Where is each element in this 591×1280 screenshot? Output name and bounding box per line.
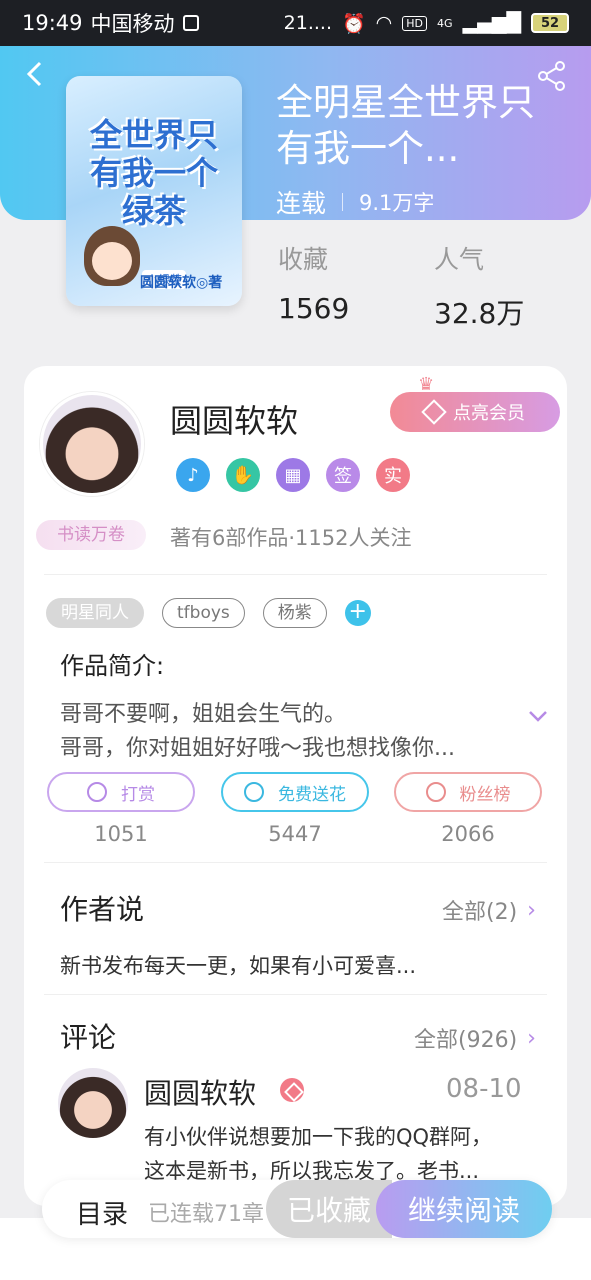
fans-count: 2066: [441, 822, 495, 846]
flower-label: 免费送花: [278, 784, 346, 805]
chevron-right-icon: ›: [527, 897, 536, 923]
intro-line: 哥哥，你对姐姐好好哦～我也想找像你...: [60, 736, 455, 761]
chevron-left-icon: [26, 61, 42, 87]
verified-medal[interactable]: 实: [376, 458, 410, 492]
flower-count: 5447: [268, 822, 322, 846]
calendar-medal-icon[interactable]: ▦: [276, 458, 310, 492]
divider: [44, 994, 547, 995]
divider: [44, 862, 547, 863]
user-heart-icon: [425, 782, 446, 802]
comment-text[interactable]: 有小伙伴说想要加一下我的QQ群阿， 这本是新书，所以我忘发了。老书...: [144, 1120, 514, 1188]
send-flower-button[interactable]: 免费送花: [221, 772, 369, 812]
author-title-badge: 书读万卷: [36, 520, 146, 550]
book-cover[interactable]: 小绿茶 全世界只有我一个绿茶 圆圆软软◎著: [66, 76, 242, 306]
diamond-icon: [421, 399, 447, 425]
vip-button-label: 点亮会员: [453, 403, 525, 424]
activate-vip-button[interactable]: 点亮会员: [390, 392, 560, 432]
chevron-right-icon: ›: [527, 1025, 536, 1051]
divider: [44, 574, 547, 575]
stat-value: 32.8万: [434, 297, 525, 330]
author-name[interactable]: 圆圆软软: [170, 396, 298, 442]
signed-medal[interactable]: 签: [326, 458, 360, 492]
favorited-button[interactable]: 已收藏: [266, 1180, 392, 1238]
network-type: 4G: [437, 16, 453, 30]
chevron-down-icon[interactable]: [528, 706, 548, 726]
comments-more[interactable]: 全部(926) ›: [414, 1022, 536, 1054]
status-bar: 19:49 中国移动 21.... ⏰ ◠ HD 4G ▂▄▆█ 52: [0, 0, 591, 46]
reward-count: 1051: [94, 822, 148, 846]
fans-rank-button[interactable]: 粉丝榜: [394, 772, 542, 812]
tag-list: 明星同人 tfboys 杨紫 +: [46, 598, 371, 628]
author-says-title: 作者说: [60, 893, 145, 926]
continue-reading-button[interactable]: 继续阅读: [376, 1180, 552, 1238]
hd-badge: HD: [402, 15, 428, 31]
status-carrier: 中国移动: [90, 12, 175, 36]
author-avatar[interactable]: [40, 392, 144, 496]
cover-title-art: 全世界只有我一个绿茶: [89, 116, 218, 230]
author-works-info: 著有6部作品·1152人关注: [170, 526, 412, 550]
tag-item[interactable]: tfboys: [162, 598, 245, 628]
book-meta: 连载 9.1万字: [276, 184, 434, 220]
status-time: 19:49: [22, 11, 83, 35]
tag-item[interactable]: 杨紫: [262, 598, 327, 628]
add-tag-button[interactable]: +: [344, 600, 371, 626]
back-button[interactable]: [24, 60, 44, 91]
author-says-more[interactable]: 全部(2) ›: [442, 894, 536, 926]
cover-author-art: 圆圆软软◎著: [140, 275, 223, 291]
comments-title: 评论: [60, 1021, 117, 1054]
commenter-name[interactable]: 圆圆软软: [144, 1072, 256, 1112]
stat-label: 人气: [434, 245, 485, 274]
author-medals: ♪ ✋ ▦ 签 实: [176, 458, 410, 492]
stat-value: 1569: [278, 292, 350, 325]
toc-chapter-count: 已连载71章: [148, 1202, 264, 1227]
author-says-text[interactable]: 新书发布每天一更，如果有小可爱喜...: [60, 950, 416, 980]
stat-favorites: 收藏 1569: [278, 240, 349, 325]
status-data-rate: 21....: [283, 12, 332, 34]
intro-label: 作品简介:: [60, 652, 165, 680]
sim-icon: [182, 15, 199, 31]
intro-line: 哥哥不要啊，姐姐会生气的。: [60, 702, 347, 727]
battery-icon: 52: [531, 13, 569, 33]
cover-character-face: [92, 242, 132, 280]
toc-button[interactable]: 目录: [76, 1194, 128, 1231]
alarm-icon: ⏰: [342, 12, 366, 35]
handshake-medal-icon[interactable]: ✋: [226, 458, 260, 492]
comment-date: 08-10: [446, 1074, 522, 1104]
tag-item[interactable]: 明星同人: [46, 598, 144, 628]
fans-label: 粉丝榜: [459, 784, 511, 805]
reward-button[interactable]: 打赏: [47, 772, 195, 812]
intro-text[interactable]: 哥哥不要啊，姐姐会生气的。 哥哥，你对姐姐好好哦～我也想找像你...: [60, 698, 510, 766]
meta-separator: [342, 193, 344, 211]
reward-label: 打赏: [121, 784, 155, 805]
comment-line: 有小伙伴说想要加一下我的QQ群阿，: [144, 1125, 493, 1149]
author-says-more-label: 全部(2): [442, 900, 518, 925]
book-status: 连载: [276, 189, 327, 218]
vip-diamond-icon: [280, 1078, 304, 1102]
stat-popularity: 人气 32.8万: [434, 240, 524, 332]
signal-icon: ▂▄▆█: [462, 12, 521, 34]
book-title: 全明星全世界只有我一个...: [276, 81, 535, 170]
book-words: 9.1万字: [359, 191, 435, 215]
stat-label: 收藏: [278, 245, 329, 274]
yen-icon: [87, 782, 107, 802]
wifi-icon: ◠: [375, 12, 393, 34]
comments-more-label: 全部(926): [414, 1028, 518, 1053]
flower-icon: [244, 782, 264, 802]
music-medal-icon[interactable]: ♪: [176, 458, 210, 492]
commenter-avatar[interactable]: [58, 1068, 128, 1138]
